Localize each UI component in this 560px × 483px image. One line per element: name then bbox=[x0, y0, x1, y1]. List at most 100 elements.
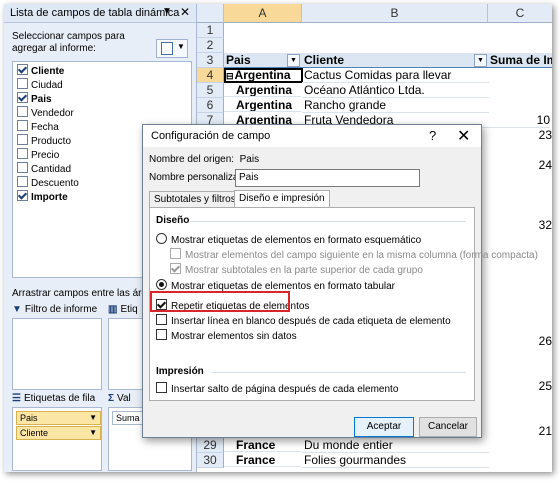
pill-label: Cliente bbox=[20, 428, 49, 438]
field-label: Descuento bbox=[31, 178, 79, 189]
cell-suma[interactable]: 26 bbox=[527, 334, 552, 348]
close-icon[interactable]: ✕ bbox=[457, 126, 470, 146]
row-labels-area[interactable]: Pais ▼ Cliente ▼ bbox=[12, 407, 102, 471]
field-item-precio[interactable]: Precio bbox=[17, 148, 59, 162]
chevron-down-icon[interactable]: ▼ bbox=[89, 412, 97, 424]
report-filter-area[interactable] bbox=[12, 318, 102, 390]
field-item-fecha[interactable]: Fecha bbox=[17, 120, 59, 134]
cell-text: Argentina bbox=[234, 68, 291, 82]
field-checkbox-precio[interactable] bbox=[17, 148, 28, 159]
field-label: Precio bbox=[31, 150, 60, 161]
option-label: Mostrar elementos del campo siguiente en… bbox=[185, 250, 538, 261]
highlight-box bbox=[150, 291, 290, 312]
field-item-cliente[interactable]: Cliente bbox=[17, 64, 64, 78]
values-header: Σ Val bbox=[108, 393, 131, 404]
cell-suma[interactable]: 23 bbox=[527, 128, 552, 142]
field-checkbox-vendedor[interactable] bbox=[17, 106, 28, 117]
pane-menu-chevron-icon[interactable]: ▼ bbox=[162, 6, 172, 17]
option-outline-form[interactable]: Mostrar etiquetas de elementos en format… bbox=[156, 233, 421, 246]
option-page-break[interactable]: Insertar salto de página después de cada… bbox=[156, 382, 399, 395]
chevron-down-icon[interactable]: ▼ bbox=[89, 427, 97, 439]
field-checkbox-importe[interactable] bbox=[17, 190, 28, 201]
column-header-c[interactable]: C bbox=[488, 4, 552, 23]
cell-suma[interactable]: 24 bbox=[527, 158, 552, 172]
row-header[interactable]: 6 bbox=[197, 98, 224, 113]
cancel-button[interactable]: Cancelar bbox=[419, 417, 477, 437]
section-layout-title: Diseño bbox=[156, 215, 190, 226]
field-item-ciudad[interactable]: Ciudad bbox=[17, 78, 63, 92]
row-header[interactable]: 1 bbox=[197, 23, 224, 38]
blank-line-checkbox[interactable] bbox=[156, 314, 167, 325]
field-checkbox-ciudad[interactable] bbox=[17, 78, 28, 89]
cell-pais[interactable]: France bbox=[224, 453, 301, 467]
page-break-checkbox[interactable] bbox=[156, 382, 167, 393]
ok-button[interactable]: Aceptar bbox=[354, 417, 414, 437]
cell-cliente[interactable]: Du monde entier bbox=[302, 438, 489, 453]
field-item-cantidad[interactable]: Cantidad bbox=[17, 162, 71, 176]
field-item-descuento[interactable]: Descuento bbox=[17, 176, 79, 190]
field-item-vendedor[interactable]: Vendedor bbox=[17, 106, 74, 120]
row-header[interactable]: 2 bbox=[197, 38, 224, 53]
cell-suma[interactable]: 10 bbox=[488, 113, 550, 128]
field-checkbox-cliente[interactable] bbox=[17, 64, 28, 75]
tab-layout-print[interactable]: Diseño e impresión bbox=[234, 190, 330, 208]
row-field-pill-pais[interactable]: Pais ▼ bbox=[16, 411, 101, 425]
field-checkbox-cantidad[interactable] bbox=[17, 162, 28, 173]
filter-icon: ▼ bbox=[12, 304, 22, 315]
tab-subtotals-filters[interactable]: Subtotales y filtros bbox=[149, 191, 241, 207]
cell-suma[interactable]: 21 bbox=[527, 424, 552, 438]
row-header[interactable]: 4 bbox=[197, 68, 224, 83]
cell-cliente[interactable]: Océano Atlántico Ltda. bbox=[302, 83, 489, 98]
tabular-radio[interactable] bbox=[156, 279, 167, 290]
column-header-b[interactable]: B bbox=[302, 4, 488, 23]
row-header[interactable]: 29 bbox=[197, 438, 224, 453]
collapse-icon[interactable]: ⊟ bbox=[226, 71, 234, 81]
cell-pais[interactable]: Argentina bbox=[224, 98, 301, 112]
row-header[interactable]: 30 bbox=[197, 453, 224, 468]
field-checkbox-pais[interactable] bbox=[17, 92, 28, 103]
origin-name-label: Nombre del origen: bbox=[149, 154, 235, 165]
pane-close-icon[interactable]: ✕ bbox=[180, 5, 190, 19]
field-label: Ciudad bbox=[31, 80, 63, 91]
pane-title-bar: Lista de campos de tabla dinámica ▼ ✕ bbox=[4, 4, 196, 23]
field-label: Producto bbox=[31, 136, 72, 147]
filter-dropdown-icon[interactable]: ▼ bbox=[474, 54, 487, 67]
custom-name-input[interactable] bbox=[235, 169, 420, 187]
cell-suma[interactable]: 32 bbox=[527, 218, 552, 232]
show-no-data-checkbox[interactable] bbox=[156, 329, 167, 340]
cell-cliente[interactable]: Cactus Comidas para llevar bbox=[302, 68, 489, 83]
cell-suma[interactable]: 25 bbox=[527, 379, 552, 393]
row-field-pill-cliente[interactable]: Cliente ▼ bbox=[16, 426, 101, 440]
select-all-corner[interactable] bbox=[197, 4, 224, 23]
cell-pais[interactable]: ⊟Argentina bbox=[224, 68, 303, 83]
pivot-header-cliente[interactable]: Cliente bbox=[302, 53, 489, 68]
filter-dropdown-icon[interactable]: ▼ bbox=[287, 54, 300, 67]
help-icon[interactable]: ? bbox=[429, 128, 436, 143]
field-checkbox-descuento[interactable] bbox=[17, 176, 28, 187]
field-label: Cantidad bbox=[31, 164, 72, 175]
field-checkbox-fecha[interactable] bbox=[17, 120, 28, 131]
row-header[interactable]: 3 bbox=[197, 53, 224, 68]
row-header[interactable]: 5 bbox=[197, 83, 224, 98]
cell-pais[interactable]: France bbox=[224, 438, 301, 452]
outline-radio[interactable] bbox=[156, 233, 167, 244]
screenshot-frame: Lista de campos de tabla dinámica ▼ ✕ Se… bbox=[4, 4, 552, 472]
cell-cliente[interactable]: Folies gourmandes bbox=[302, 453, 489, 468]
sigma-icon: Σ bbox=[108, 393, 115, 404]
field-label: Importe bbox=[31, 192, 68, 203]
option-label: Insertar salto de página después de cada… bbox=[171, 384, 399, 395]
field-item-pais[interactable]: Pais bbox=[17, 92, 52, 106]
field-item-producto[interactable]: Producto bbox=[17, 134, 71, 148]
cell-pais[interactable]: Argentina bbox=[224, 83, 301, 97]
option-blank-line[interactable]: Insertar línea en blanco después de cada… bbox=[156, 314, 451, 327]
section-divider bbox=[190, 221, 466, 222]
pivot-header-text: Pais bbox=[226, 53, 251, 67]
field-checkbox-producto[interactable] bbox=[17, 134, 28, 145]
column-header-a[interactable]: A bbox=[224, 4, 302, 23]
cell-cliente[interactable]: Rancho grande bbox=[302, 98, 489, 113]
option-tabular-form[interactable]: Mostrar etiquetas de elementos en format… bbox=[156, 279, 395, 292]
field-item-importe[interactable]: Importe bbox=[17, 190, 68, 204]
pivot-header-suma[interactable]: Suma de Im bbox=[488, 53, 552, 68]
field-list-layout-button[interactable]: ▼ bbox=[156, 39, 188, 58]
option-show-no-data[interactable]: Mostrar elementos sin datos bbox=[156, 329, 297, 342]
